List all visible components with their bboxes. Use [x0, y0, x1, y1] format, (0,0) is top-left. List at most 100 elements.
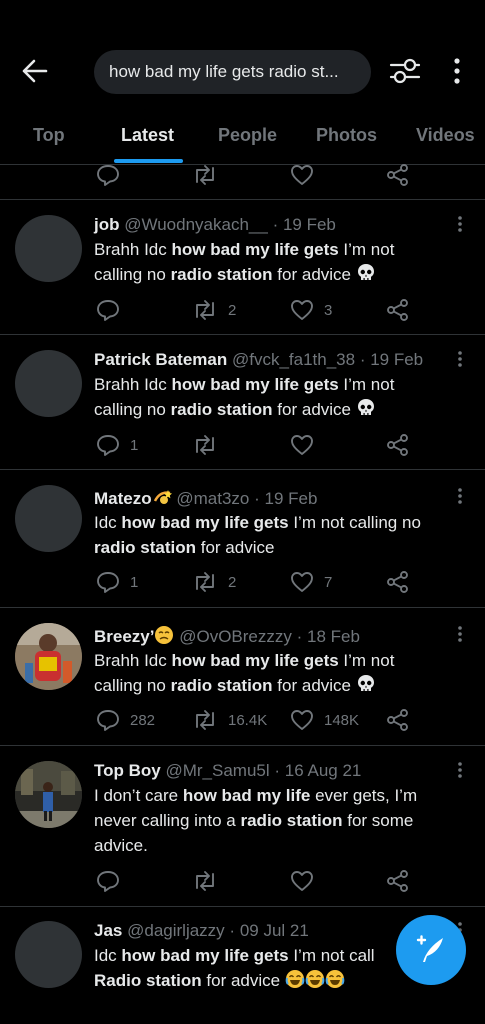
share-icon: [386, 163, 410, 187]
display-name[interactable]: Jas: [94, 921, 122, 940]
display-name[interactable]: Breezy’: [94, 627, 154, 646]
reply-icon: [96, 709, 120, 731]
tweet[interactable]: Breezy’ @OvOBrezzzy · 18 Feb Brahh Idc h…: [0, 608, 485, 746]
like-button[interactable]: 3: [290, 295, 332, 325]
handle[interactable]: @fvck_fa1th_38: [232, 350, 355, 369]
highlight: radio station: [240, 811, 343, 830]
tweet-date-separator: ·: [254, 489, 265, 508]
share-icon: [386, 708, 410, 732]
tweet-text: Idc how bad my life gets I’m not calling…: [94, 510, 444, 560]
like-count: 148K: [324, 711, 360, 729]
highlight: how bad my life: [182, 786, 311, 805]
retweet-icon: [192, 571, 218, 593]
text: for advice: [196, 538, 275, 557]
text: calling no: [94, 265, 171, 284]
tab-top[interactable]: Top: [33, 125, 65, 146]
reply-button[interactable]: 282: [96, 705, 155, 735]
like-button[interactable]: 148K: [290, 705, 359, 735]
retweet-count: 2: [228, 573, 237, 591]
share-button[interactable]: [386, 430, 410, 460]
tab-photos[interactable]: Photos: [316, 125, 377, 146]
tab-videos[interactable]: Videos: [416, 125, 475, 146]
reply-icon: [96, 870, 120, 892]
avatar[interactable]: [15, 485, 82, 552]
heart-icon: [290, 299, 314, 321]
reply-button[interactable]: [96, 295, 130, 325]
text: for advice: [272, 265, 352, 284]
retweet-button[interactable]: 2: [192, 295, 236, 325]
retweet-button[interactable]: 16.4K: [192, 705, 267, 735]
retweet-icon: [192, 434, 218, 456]
tweet[interactable]: Top Boy @Mr_Samu5l · 16 Aug 21 I don’t c…: [0, 746, 485, 907]
like-button[interactable]: [290, 160, 314, 190]
text: for advice: [201, 971, 285, 990]
display-name[interactable]: Matezo: [94, 489, 152, 508]
avatar[interactable]: [15, 623, 82, 690]
retweet-count: 2: [228, 301, 237, 319]
reply-button[interactable]: 1: [96, 430, 138, 460]
reply-button[interactable]: [96, 866, 120, 896]
like-button[interactable]: 7: [290, 567, 332, 597]
highlight: how bad my life gets: [121, 946, 289, 965]
reply-count: 1: [130, 573, 139, 591]
more-options-icon[interactable]: [444, 54, 470, 88]
share-button[interactable]: [386, 160, 410, 190]
avatar[interactable]: [15, 921, 82, 988]
avatar[interactable]: [15, 350, 82, 417]
dizzy-emoji: [152, 487, 172, 507]
tweet-menu-icon[interactable]: [452, 761, 468, 779]
highlight: how bad my life gets: [171, 375, 339, 394]
share-button[interactable]: [386, 866, 410, 896]
retweet-icon: [192, 870, 218, 892]
like-button[interactable]: [290, 430, 324, 460]
tweet[interactable]: Patrick Bateman @fvck_fa1th_38 · 19 Feb …: [0, 335, 485, 470]
filter-settings-icon[interactable]: [388, 54, 422, 88]
handle[interactable]: @Mr_Samu5l: [165, 761, 269, 780]
highlight: radio station: [170, 400, 273, 419]
like-count: 3: [324, 301, 333, 319]
tweet-text: Brahh Idc how bad my life gets I’m not c…: [94, 237, 444, 287]
display-name[interactable]: job: [94, 215, 120, 234]
handle[interactable]: @mat3zo: [176, 489, 249, 508]
text: Idc: [94, 946, 122, 965]
tab-latest[interactable]: Latest: [121, 125, 174, 146]
retweet-button[interactable]: [192, 160, 218, 190]
avatar[interactable]: [15, 761, 82, 828]
display-name[interactable]: Top Boy: [94, 761, 161, 780]
skull-emoji: [356, 398, 376, 418]
compose-tweet-button[interactable]: [396, 915, 466, 985]
highlight: radio station: [94, 538, 197, 557]
handle[interactable]: @dagirljazzy: [127, 921, 225, 940]
text: I’m not call: [288, 946, 375, 965]
tweet[interactable]: Matezo @mat3zo · 19 Feb Idc how bad my l…: [0, 470, 485, 608]
search-input[interactable]: how bad my life gets radio st...: [94, 50, 371, 94]
display-name[interactable]: Patrick Bateman: [94, 350, 227, 369]
handle[interactable]: @Wuodnyakach__: [124, 215, 268, 234]
retweet-button[interactable]: [192, 430, 228, 460]
tweet-menu-icon[interactable]: [452, 487, 468, 505]
retweet-button[interactable]: [192, 866, 218, 896]
tweet-menu-icon[interactable]: [452, 625, 468, 643]
reply-button[interactable]: 1: [96, 567, 138, 597]
share-button[interactable]: [386, 567, 410, 597]
avatar-photo: [15, 761, 82, 828]
tweet-date-separator: ·: [229, 921, 240, 940]
share-button[interactable]: [386, 295, 410, 325]
reply-button[interactable]: [96, 160, 120, 190]
reply-icon: [96, 434, 120, 456]
tweet-menu-icon[interactable]: [452, 350, 468, 368]
tweet-menu-icon[interactable]: [452, 215, 468, 233]
retweet-button[interactable]: 2: [192, 567, 236, 597]
tweet-date: 19 Feb: [282, 215, 336, 234]
reply-count: 1: [130, 436, 139, 454]
back-arrow-icon[interactable]: [18, 54, 52, 88]
tab-people[interactable]: People: [218, 125, 277, 146]
tweet-date: 19 Feb: [264, 489, 318, 508]
avatar[interactable]: [15, 215, 82, 282]
handle[interactable]: @OvOBrezzzy: [179, 627, 292, 646]
share-button[interactable]: [386, 705, 410, 735]
tweet-date-separator: ·: [359, 350, 371, 369]
like-button[interactable]: [290, 866, 314, 896]
tweet[interactable]: job @Wuodnyakach__ · 19 Feb Brahh Idc ho…: [0, 200, 485, 335]
heart-icon: [290, 870, 314, 892]
